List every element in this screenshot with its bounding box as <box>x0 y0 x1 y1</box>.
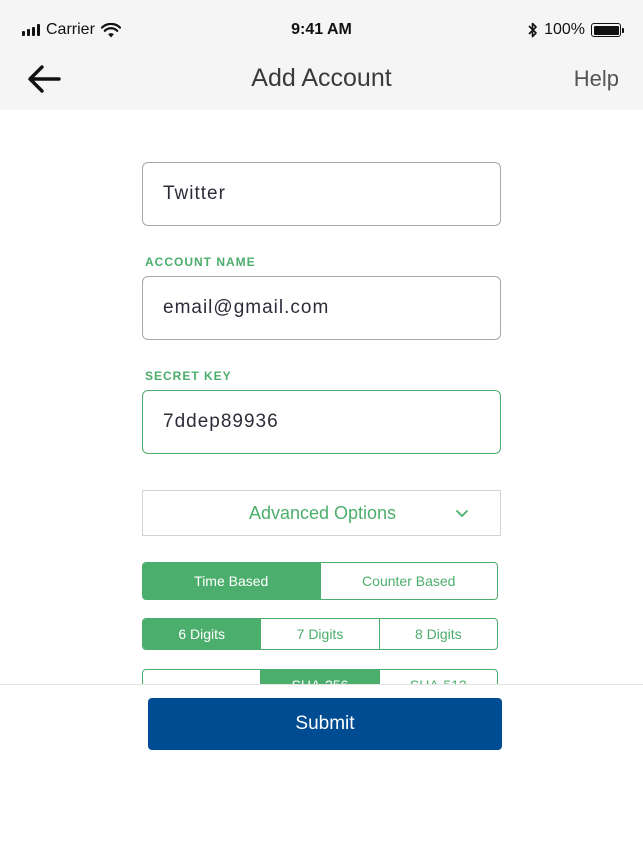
digits-toggle: 6 Digits 7 Digits 8 Digits <box>142 618 498 650</box>
time-based-option[interactable]: Time Based <box>143 563 320 599</box>
otp-type-toggle: Time Based Counter Based <box>142 562 498 600</box>
account-name-label: ACCOUNT NAME <box>145 255 256 269</box>
secret-key-label: SECRET KEY <box>145 369 232 383</box>
six-digits-option[interactable]: 6 Digits <box>143 619 261 649</box>
account-name-value: email@gmail.com <box>163 297 330 318</box>
help-button[interactable]: Help <box>574 66 619 92</box>
seven-digits-option[interactable]: 7 Digits <box>260 619 378 649</box>
secret-key-field[interactable]: 7ddep89936 <box>142 390 501 454</box>
issuer-field[interactable]: Twitter <box>142 162 501 226</box>
advanced-options-toggle[interactable]: Advanced Options <box>142 490 501 536</box>
issuer-value: Twitter <box>163 183 226 204</box>
nav-bar: Add Account Help <box>0 52 643 106</box>
submit-button[interactable]: Submit <box>148 698 502 750</box>
account-name-field[interactable]: email@gmail.com <box>142 276 501 340</box>
bluetooth-icon <box>528 22 537 38</box>
battery-percent: 100% <box>544 21 585 38</box>
advanced-options-label: Advanced Options <box>248 503 397 523</box>
page-title: Add Account <box>251 64 392 92</box>
eight-digits-option[interactable]: 8 Digits <box>378 619 497 649</box>
battery-icon <box>591 23 624 37</box>
secret-key-value: 7ddep89936 <box>163 411 279 432</box>
chevron-down-icon <box>456 510 468 517</box>
top-area: Carrier 9:41 AM 100% Add Account Help <box>0 0 643 110</box>
status-bar: Carrier 9:41 AM 100% <box>0 0 643 60</box>
counter-based-option[interactable]: Counter Based <box>319 563 498 599</box>
bottom-bar: Submit <box>0 684 643 858</box>
